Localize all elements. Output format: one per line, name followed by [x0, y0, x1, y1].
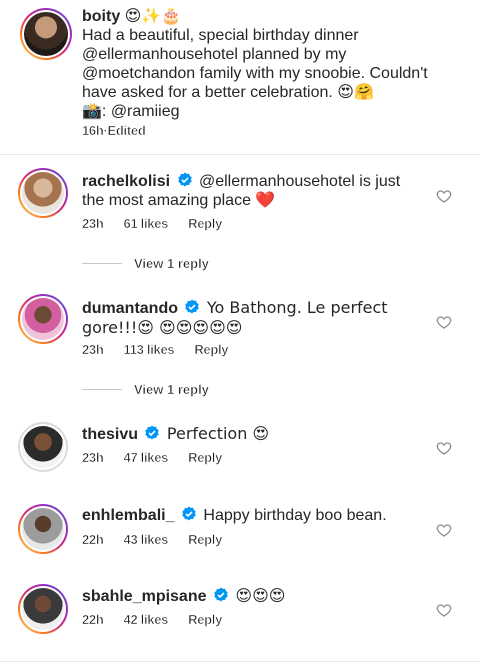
verified-badge-icon — [177, 172, 192, 187]
reply-button[interactable]: Reply — [188, 532, 223, 548]
comment-likes[interactable]: 42 likes — [123, 612, 168, 628]
caption-divider — [0, 154, 480, 155]
verified-badge-icon — [214, 587, 228, 602]
photo-credit[interactable]: 📸: @ramiieg — [82, 103, 180, 120]
comment-username[interactable]: sbahle_mpisane — [82, 588, 207, 605]
comment-text-block: dumantando Yo Bathong. Le perfect gore!!… — [82, 298, 412, 338]
comment-meta: 23h 47 likes Reply — [82, 450, 223, 466]
caption-avatar[interactable] — [20, 8, 72, 60]
verified-badge-icon — [185, 299, 200, 314]
caption-body: Had a beautiful, special birthday dinner… — [82, 27, 428, 101]
verified-badge-icon — [145, 425, 160, 440]
comment-likes[interactable]: 43 likes — [123, 532, 168, 548]
comment-time: 23h — [82, 216, 104, 232]
comment-text-block: sbahle_mpisane 😍😍😍 — [82, 586, 412, 606]
reply-button[interactable]: Reply — [188, 450, 223, 466]
comment-item: enhlembali_ Happy birthday boo bean. 22h… — [0, 502, 480, 572]
post-caption: boity 😍✨🎂 Had a beautiful, special birth… — [16, 0, 480, 150]
heart-outline-icon[interactable] — [436, 314, 452, 330]
comment-meta: 23h 113 likes Reply — [82, 342, 229, 358]
comment-username[interactable]: rachelkolisi — [82, 173, 170, 190]
comment-time: 22h — [82, 612, 104, 628]
comment-likes[interactable]: 61 likes — [123, 216, 168, 232]
replies-line — [82, 263, 122, 264]
comment-item: rachelkolisi @ellermanhousehotel is just… — [0, 168, 480, 288]
caption-text-block: boity 😍✨🎂 Had a beautiful, special birth… — [82, 6, 462, 121]
comment-avatar[interactable] — [18, 294, 68, 344]
heart-outline-icon[interactable] — [436, 522, 452, 538]
comment-username[interactable]: enhlembali_ — [82, 507, 174, 524]
caption-time: 16h — [82, 123, 104, 139]
comment-avatar[interactable] — [18, 584, 68, 634]
heart-outline-icon[interactable] — [436, 440, 452, 456]
comment-avatar[interactable] — [18, 422, 68, 472]
verified-badge-icon — [182, 506, 196, 521]
comment-text-block: rachelkolisi @ellermanhousehotel is just… — [82, 172, 412, 210]
comment-text-block: enhlembali_ Happy birthday boo bean. — [82, 506, 412, 525]
heart-outline-icon[interactable] — [436, 188, 452, 204]
comment-text: 😍😍😍 — [235, 586, 286, 605]
caption-username-emojis: 😍✨🎂 — [124, 6, 182, 25]
comment-avatar[interactable] — [18, 504, 68, 554]
view-replies-label[interactable]: View 1 reply — [134, 256, 209, 272]
heart-outline-icon[interactable] — [436, 602, 452, 618]
comment-likes[interactable]: 47 likes — [123, 450, 168, 466]
comment-item: sbahle_mpisane 😍😍😍 22h 42 likes Reply — [0, 584, 480, 654]
reply-button[interactable]: Reply — [188, 612, 223, 628]
comment-meta: 22h 43 likes Reply — [82, 532, 223, 548]
bottom-divider — [0, 661, 480, 662]
comment-time: 22h — [82, 532, 104, 548]
reply-button[interactable]: Reply — [188, 216, 223, 232]
comment-avatar[interactable] — [18, 168, 68, 218]
comment-meta: 23h 61 likes Reply — [82, 216, 223, 232]
comment-likes[interactable]: 113 likes — [123, 342, 175, 358]
comment-item: thesivu Perfection 😍 23h 47 likes Reply — [0, 420, 480, 490]
view-replies-button[interactable]: View 1 reply — [82, 382, 209, 397]
comment-time: 23h — [82, 342, 104, 358]
comment-username[interactable]: dumantando — [82, 300, 178, 317]
reply-button[interactable]: Reply — [194, 342, 229, 358]
caption-edited: Edited — [107, 123, 146, 139]
comment-meta: 22h 42 likes Reply — [82, 612, 223, 628]
comment-item: dumantando Yo Bathong. Le perfect gore!!… — [0, 294, 480, 414]
comment-text: Happy birthday boo bean. — [203, 507, 387, 524]
caption-username[interactable]: boity — [82, 8, 120, 25]
replies-line — [82, 389, 122, 390]
view-replies-label[interactable]: View 1 reply — [134, 382, 209, 398]
comment-time: 23h — [82, 450, 104, 466]
comment-username[interactable]: thesivu — [82, 426, 138, 443]
view-replies-button[interactable]: View 1 reply — [82, 256, 209, 271]
caption-meta: 16h · Edited — [82, 123, 146, 139]
comment-text-block: thesivu Perfection 😍 — [82, 424, 412, 444]
comment-text: Perfection 😍 — [166, 424, 270, 443]
